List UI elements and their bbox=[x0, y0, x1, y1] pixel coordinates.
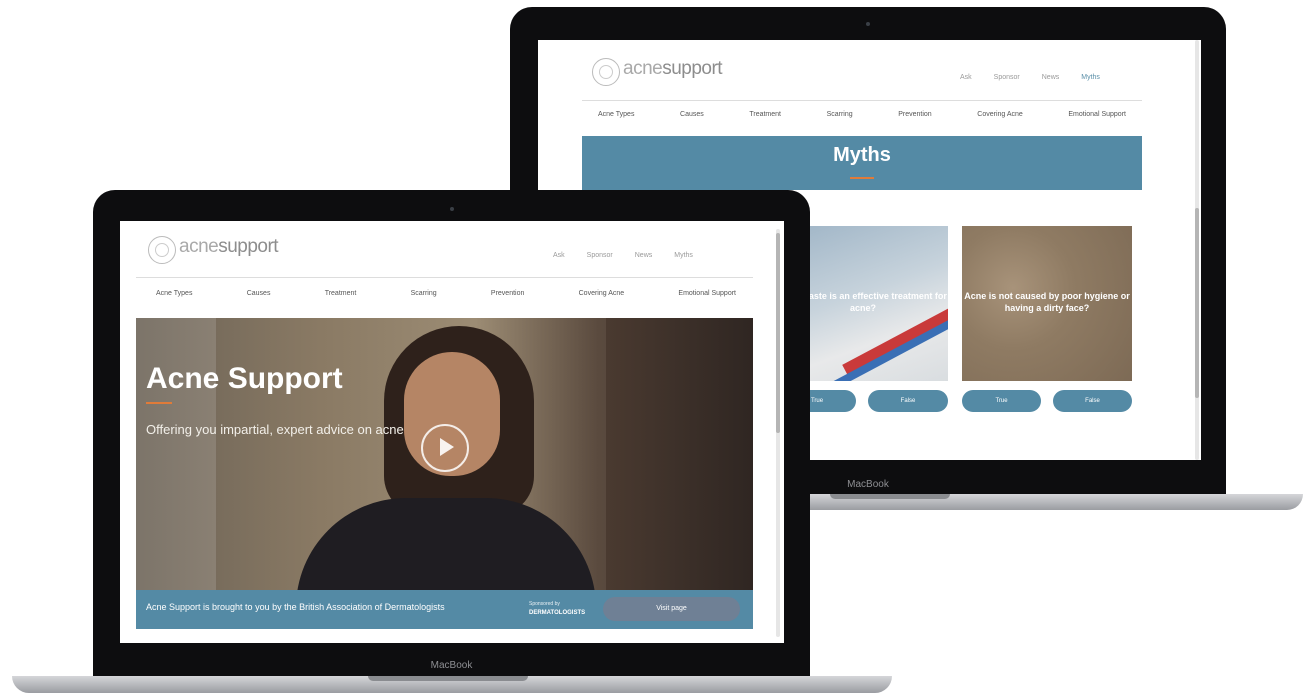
front-laptop-chin: MacBook bbox=[93, 652, 810, 676]
top-link-sponsor[interactable]: Sponsor bbox=[994, 74, 1020, 81]
top-link-ask[interactable]: Ask bbox=[960, 74, 972, 81]
scrollbar-thumb[interactable] bbox=[1195, 208, 1199, 398]
nav-prevention[interactable]: Prevention bbox=[898, 111, 931, 118]
nav-causes[interactable]: Causes bbox=[680, 111, 704, 118]
nav-scarring[interactable]: Scarring bbox=[827, 111, 853, 118]
front-laptop-screen: acnesupport Ask Sponsor News Myths Acne … bbox=[120, 221, 784, 643]
logo-emblem-icon bbox=[592, 58, 620, 86]
macbook-label: MacBook bbox=[847, 479, 889, 490]
hero-backdrop-wall bbox=[136, 318, 216, 590]
site-logo[interactable]: acnesupport bbox=[148, 236, 279, 264]
logo-text-acne: acne bbox=[623, 58, 663, 79]
myths-banner: Myths bbox=[582, 136, 1142, 190]
main-nav: Acne Types Causes Treatment Scarring Pre… bbox=[598, 111, 1126, 118]
hero-backdrop-door bbox=[606, 318, 753, 590]
header-divider bbox=[136, 277, 753, 278]
macbook-label: MacBook bbox=[430, 660, 473, 671]
nav-emotional-support[interactable]: Emotional Support bbox=[1068, 111, 1126, 118]
nav-emotional-support[interactable]: Emotional Support bbox=[678, 290, 736, 297]
main-nav: Acne Types Causes Treatment Scarring Pre… bbox=[156, 290, 736, 297]
top-link-sponsor[interactable]: Sponsor bbox=[587, 252, 613, 259]
presenter-jacket bbox=[296, 498, 596, 590]
top-links: Ask Sponsor News Myths bbox=[960, 74, 1100, 81]
true-button[interactable]: True bbox=[962, 390, 1041, 412]
myth-card-hygiene[interactable]: Acne is not caused by poor hygiene or ha… bbox=[962, 226, 1132, 381]
visit-page-button[interactable]: Visit page bbox=[603, 597, 740, 621]
camera-icon bbox=[450, 207, 454, 211]
nav-covering-acne[interactable]: Covering Acne bbox=[977, 111, 1023, 118]
toothpaste-stripe-red bbox=[842, 308, 948, 376]
sponsor-bar: Acne Support is brought to you by the Br… bbox=[136, 590, 753, 629]
top-link-myths[interactable]: Myths bbox=[1081, 74, 1100, 81]
site-logo[interactable]: acnesupport bbox=[592, 58, 723, 86]
header-divider bbox=[582, 100, 1142, 101]
title-accent-line bbox=[850, 177, 874, 179]
top-link-news[interactable]: News bbox=[1042, 74, 1060, 81]
sponsor-text: Acne Support is brought to you by the Br… bbox=[146, 602, 445, 612]
top-link-myths[interactable]: Myths bbox=[674, 252, 693, 259]
logo-text-support: support bbox=[662, 58, 723, 79]
sponsor-logo-text: DERMATOLOGISTS bbox=[529, 610, 586, 616]
nav-causes[interactable]: Causes bbox=[247, 290, 271, 297]
toothpaste-stripe-blue bbox=[833, 319, 948, 381]
hero-title: Acne Support bbox=[146, 362, 343, 395]
hero-subtitle: Offering you impartial, expert advice on… bbox=[146, 422, 404, 437]
sponsored-by-label: Sponsored by bbox=[529, 601, 560, 607]
nav-prevention[interactable]: Prevention bbox=[491, 290, 524, 297]
false-button[interactable]: False bbox=[868, 390, 948, 412]
title-accent-line bbox=[146, 402, 172, 404]
scrollbar-thumb[interactable] bbox=[776, 233, 780, 433]
myths-title: Myths bbox=[833, 144, 891, 166]
false-button[interactable]: False bbox=[1053, 390, 1132, 412]
nav-acne-types[interactable]: Acne Types bbox=[156, 290, 192, 297]
logo-text-acne: acne bbox=[179, 236, 219, 257]
back-laptop-hinge-notch bbox=[830, 494, 950, 499]
myth-card-text: Acne is not caused by poor hygiene or ha… bbox=[964, 291, 1130, 313]
camera-icon bbox=[866, 22, 870, 26]
hero-video[interactable]: Acne Support Offering you impartial, exp… bbox=[136, 318, 753, 590]
play-icon[interactable] bbox=[421, 424, 469, 472]
top-link-news[interactable]: News bbox=[635, 252, 653, 259]
logo-text-support: support bbox=[218, 236, 279, 257]
logo-emblem-icon bbox=[148, 236, 176, 264]
nav-covering-acne[interactable]: Covering Acne bbox=[579, 290, 625, 297]
top-links: Ask Sponsor News Myths bbox=[553, 252, 693, 259]
sponsored-by: Sponsored by DERMATOLOGISTS bbox=[529, 600, 585, 618]
nav-treatment[interactable]: Treatment bbox=[749, 111, 781, 118]
top-link-ask[interactable]: Ask bbox=[553, 252, 565, 259]
nav-acne-types[interactable]: Acne Types bbox=[598, 111, 634, 118]
nav-treatment[interactable]: Treatment bbox=[325, 290, 357, 297]
nav-scarring[interactable]: Scarring bbox=[411, 290, 437, 297]
front-laptop-hinge-notch bbox=[368, 676, 528, 681]
